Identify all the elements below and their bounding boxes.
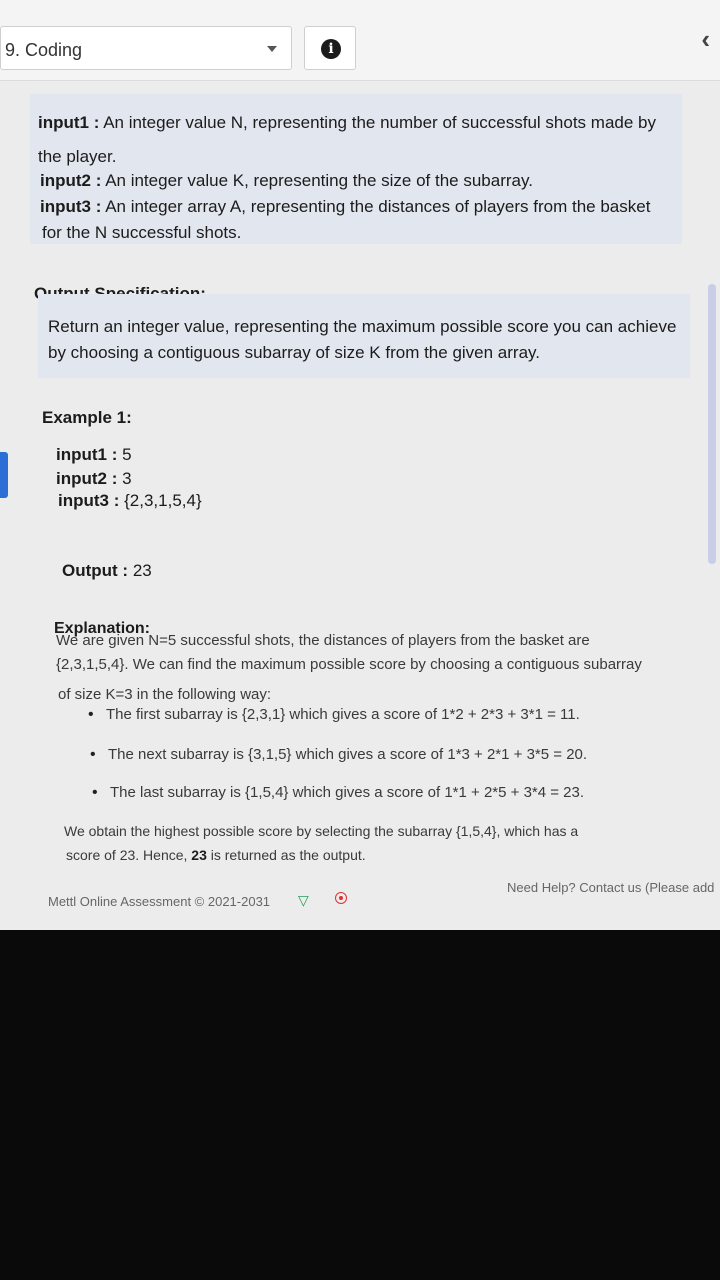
chevron-down-icon xyxy=(267,46,277,52)
info-icon: i xyxy=(321,39,341,59)
example-input3-value: {2,3,1,5,4} xyxy=(124,491,202,510)
example-input1-label: input1 : xyxy=(56,445,118,464)
input3-line: input3 : An integer array A, representin… xyxy=(40,194,650,220)
assessment-screen: 9. Coding i ‹ input1 : An integer value … xyxy=(0,0,720,930)
top-bar: 9. Coding i ‹ xyxy=(0,0,720,81)
input3-text: An integer array A, representing the dis… xyxy=(105,197,651,216)
example-input2-value: 3 xyxy=(122,469,132,488)
record-icon xyxy=(335,892,347,904)
explanation-bullet-1: The first subarray is {2,3,1} which give… xyxy=(88,706,580,724)
input2-line: input2 : An integer value K, representin… xyxy=(40,168,533,194)
example-input1: input1 : 5 xyxy=(56,442,132,468)
chevron-left-icon[interactable]: ‹ xyxy=(701,24,710,55)
wifi-icon: ▽ xyxy=(298,892,309,908)
scrollbar[interactable] xyxy=(708,284,716,564)
conclusion-line2: score of 23. Hence, 23 is returned as th… xyxy=(66,844,366,866)
conclusion-line1: We obtain the highest possible score by … xyxy=(64,823,579,839)
example-input3: input3 : {2,3,1,5,4} xyxy=(58,488,202,514)
input2-label: input2 : xyxy=(40,171,102,190)
input1-label: input1 : xyxy=(38,113,100,132)
conclusion-part-a: score of 23. Hence, xyxy=(66,847,188,863)
side-tab[interactable] xyxy=(0,452,8,498)
input2-text: An integer value K, representing the siz… xyxy=(105,171,533,190)
explanation-line2: {2,3,1,5,4}. We can find the maximum pos… xyxy=(56,656,642,673)
example-output: Output : 23 xyxy=(62,558,152,584)
input1-cont: the player. xyxy=(38,147,117,166)
question-select[interactable]: 9. Coding xyxy=(0,26,292,70)
footer-copyright: Mettl Online Assessment © 2021-2031 xyxy=(48,894,271,909)
example-heading: Example 1: xyxy=(42,408,132,427)
input3-cont: for the N successful shots. xyxy=(42,223,242,242)
info-button[interactable]: i xyxy=(304,26,356,70)
footer-help-link[interactable]: Need Help? Contact us (Please add xyxy=(507,880,714,895)
input1-line: input1 : An integer value N, representin… xyxy=(38,110,656,136)
conclusion-result: 23 xyxy=(191,847,207,863)
output-spec-line2: by choosing a contiguous subarray of siz… xyxy=(48,343,540,362)
output-spec-line1: Return an integer value, representing th… xyxy=(48,317,677,336)
input1-text: An integer value N, representing the num… xyxy=(103,113,656,132)
conclusion-part-c: is returned as the output. xyxy=(210,847,366,863)
explanation-bullet-2: The next subarray is {3,1,5} which gives… xyxy=(90,746,587,764)
explanation-bullet-3: The last subarray is {1,5,4} which gives… xyxy=(92,784,584,802)
example-input3-label: input3 : xyxy=(58,491,120,510)
question-select-label: 9. Coding xyxy=(5,40,83,60)
question-content: input1 : An integer value N, representin… xyxy=(0,82,720,930)
example-input1-value: 5 xyxy=(122,445,132,464)
example-output-value: 23 xyxy=(132,561,152,580)
explanation-line3: of size K=3 in the following way: xyxy=(58,686,272,703)
example-output-label: Output : xyxy=(62,561,129,580)
example-input2-label: input2 : xyxy=(56,469,118,488)
input3-label: input3 : xyxy=(40,197,102,216)
explanation-line1: We are given N=5 successful shots, the d… xyxy=(56,632,590,649)
